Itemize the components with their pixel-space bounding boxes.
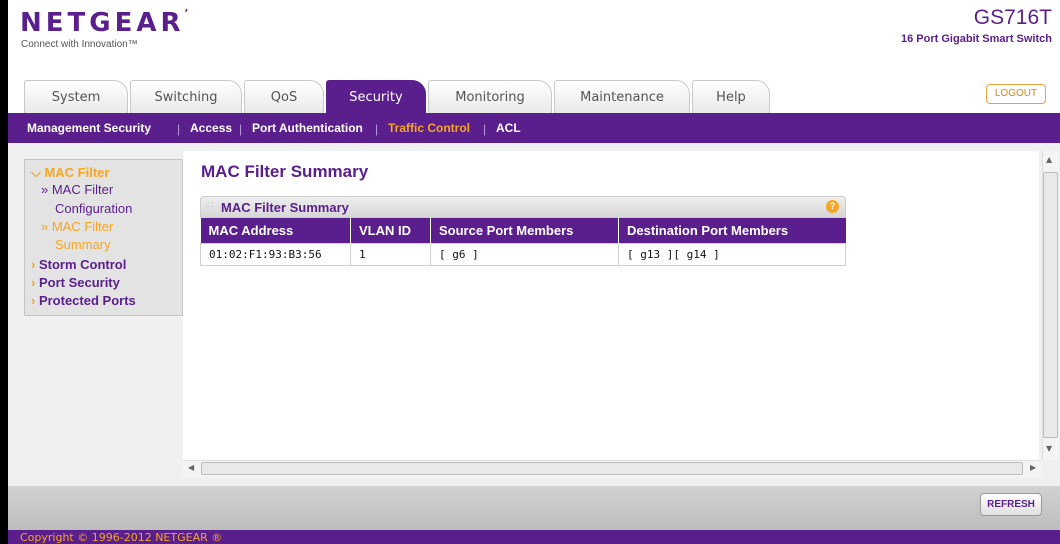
table-header-row: MAC Address VLAN ID Source Port Members … [200, 218, 846, 243]
sidebar-item-port-security[interactable]: › Port Security [31, 275, 120, 290]
bottom-toolbar [8, 486, 1060, 530]
subnav-management-security[interactable]: Management Security [27, 121, 151, 135]
tab-maintenance[interactable]: Maintenance [554, 80, 690, 113]
sidebar-item-protected-ports[interactable]: › Protected Ports [31, 293, 136, 308]
mac-filter-summary-panel: ∷ MAC Filter Summary ? MAC Address VLAN … [200, 196, 846, 271]
sidebar-item-mac-filter[interactable]: ⌵ MAC Filter [31, 165, 109, 181]
column-header-mac-address: MAC Address [200, 218, 351, 243]
subnav-access[interactable]: Access [190, 121, 232, 135]
tab-switching[interactable]: Switching [130, 80, 242, 113]
cell-mac-address: 01:02:F1:93:B3:56 [200, 242, 351, 266]
column-header-destination-port-members: Destination Port Members [618, 218, 846, 243]
model-description: 16 Port Gigabit Smart Switch [901, 33, 1052, 45]
sidebar-item-mac-filter-configuration-label[interactable]: Configuration [55, 201, 132, 216]
sidebar-item-storm-control[interactable]: › Storm Control [31, 257, 126, 272]
subnav-port-authentication[interactable]: Port Authentication [252, 121, 363, 135]
subnav-divider: | [375, 122, 379, 136]
tab-security[interactable]: Security [326, 80, 426, 113]
main-panel: MAC Filter Summary ∷ MAC Filter Summary … [183, 151, 1039, 460]
chevron-right-icon: › [31, 257, 39, 272]
tab-help[interactable]: Help [692, 80, 770, 113]
browser-frame: NETGEAR’ Connect with Innovation™ GS716T… [8, 0, 1060, 544]
help-icon[interactable]: ? [826, 200, 839, 213]
tagline: Connect with Innovation™ [21, 39, 138, 50]
netgear-logo: NETGEAR’ [20, 8, 189, 38]
sidebar-item-mac-filter-configuration[interactable]: » MAC Filter [41, 182, 113, 197]
subnav-acl[interactable]: ACL [496, 121, 521, 135]
subnav-traffic-control[interactable]: Traffic Control [388, 121, 470, 135]
panel-title: MAC Filter Summary [221, 200, 349, 215]
subnav-divider: | [239, 122, 243, 136]
sub-navigation: Management Security | Access | Port Auth… [8, 113, 1060, 143]
sidebar-item-mac-filter-summary-label[interactable]: Summary [55, 237, 111, 252]
scroll-right-icon[interactable]: ▶ [1030, 463, 1036, 472]
vertical-scroll-thumb[interactable] [1043, 172, 1058, 438]
column-header-source-port-members: Source Port Members [430, 218, 619, 243]
column-header-vlan-id: VLAN ID [350, 218, 431, 243]
subnav-divider: | [177, 122, 181, 136]
chevron-right-icon: › [31, 293, 39, 308]
cell-vlan-id: 1 [350, 242, 431, 266]
page-title: MAC Filter Summary [201, 162, 369, 181]
horizontal-scroll-thumb[interactable] [201, 462, 1023, 475]
table-row: 01:02:F1:93:B3:56 1 [ g6 ] [ g13 ][ g14 … [200, 242, 846, 266]
refresh-button[interactable]: REFRESH [980, 493, 1042, 516]
model-name: GS716T [973, 6, 1052, 29]
sidebar-item-mac-filter-summary[interactable]: » MAC Filter [41, 219, 113, 234]
grip-icon: ∷ [207, 200, 214, 211]
cell-source-port-members: [ g6 ] [430, 242, 619, 266]
copyright: Copyright © 1996-2012 NETGEAR ® [20, 531, 223, 544]
tab-monitoring[interactable]: Monitoring [428, 80, 552, 113]
chevron-right-icon: › [31, 275, 39, 290]
chevron-down-icon: ⌵ [31, 165, 45, 180]
sidebar: ⌵ MAC Filter » MAC Filter Configuration … [24, 159, 183, 316]
cell-destination-port-members: [ g13 ][ g14 ] [618, 242, 846, 266]
scroll-up-icon[interactable]: ▲ [1046, 155, 1052, 164]
logout-button[interactable]: LOGOUT [986, 84, 1046, 104]
subnav-divider: | [483, 122, 487, 136]
tab-qos[interactable]: QoS [244, 80, 324, 113]
tab-system[interactable]: System [24, 80, 128, 113]
scroll-down-icon[interactable]: ▼ [1046, 444, 1052, 453]
mac-filter-table: MAC Address VLAN ID Source Port Members … [200, 218, 846, 266]
panel-header: ∷ MAC Filter Summary ? [200, 196, 846, 218]
header: NETGEAR’ Connect with Innovation™ GS716T… [8, 0, 1060, 68]
scroll-left-icon[interactable]: ◀ [188, 463, 194, 472]
